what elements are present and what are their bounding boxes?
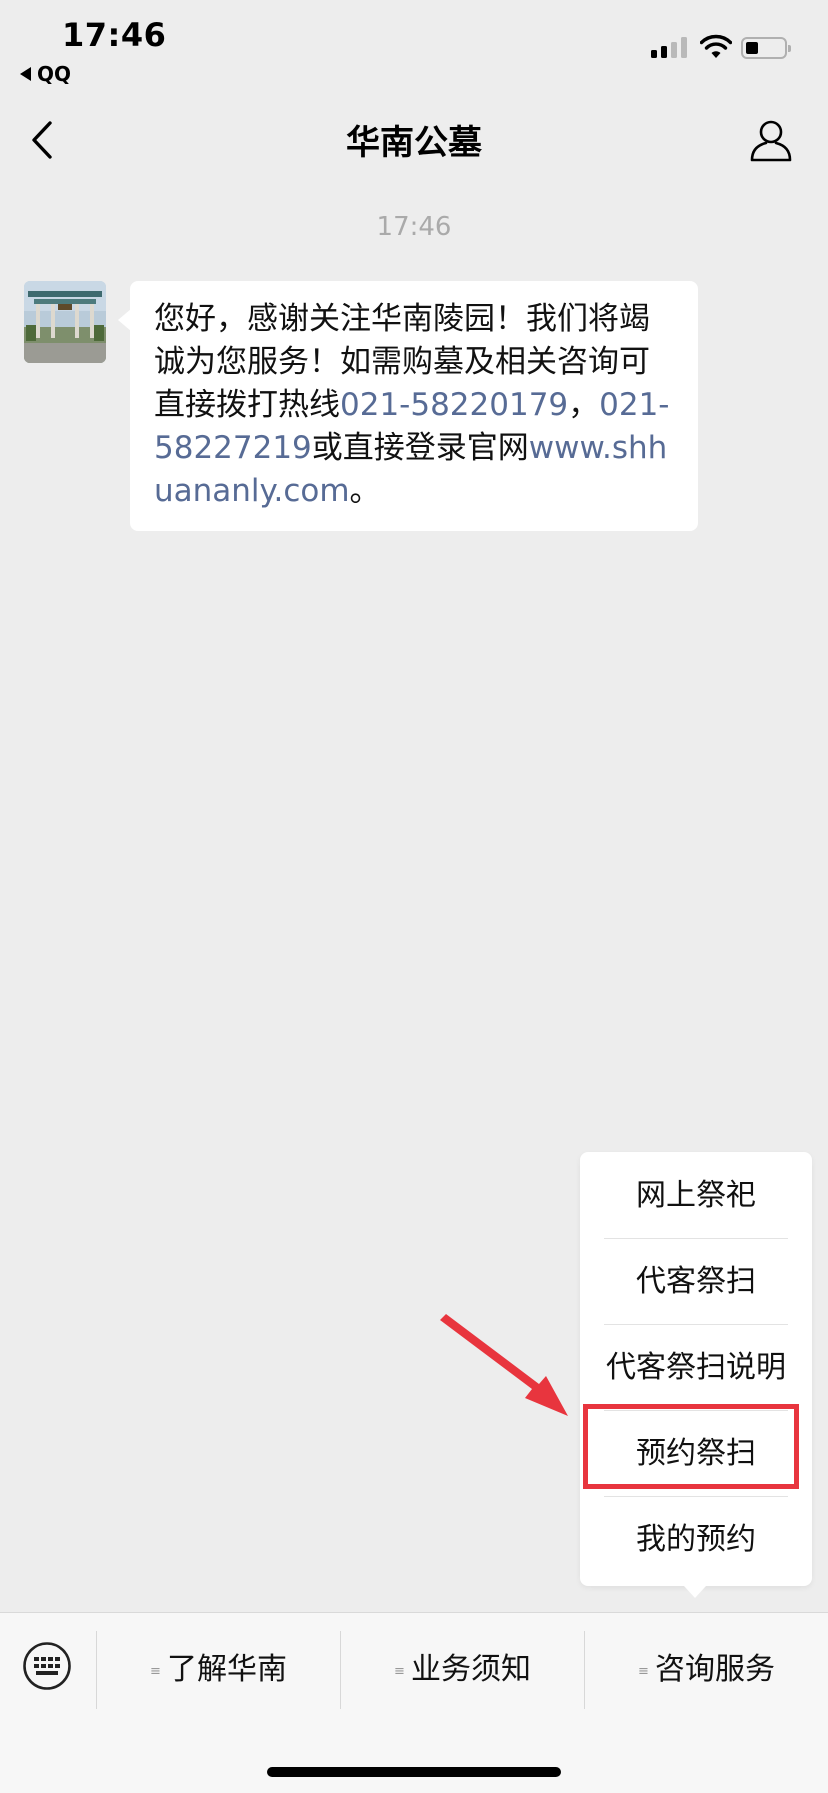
submenu-popup: 网上祭祀 代客祭扫 代客祭扫说明 预约祭扫 我的预约 xyxy=(580,1152,812,1598)
back-triangle-icon xyxy=(20,67,31,81)
bottom-menu-about-huanan[interactable]: ≡ 了解华南 xyxy=(97,1631,340,1709)
message-text-part: 或直接登录官网 xyxy=(311,430,529,466)
memorial-gate-icon xyxy=(24,281,106,363)
battery-icon xyxy=(741,37,791,59)
message-bubble: 您好，感谢关注华南陵园！我们将竭诚为您服务！如需购墓及相关咨询可直接拨打热线02… xyxy=(118,281,698,531)
menu-lines-icon: ≡ xyxy=(638,1664,649,1679)
bottom-menu-label: 业务须知 xyxy=(410,1652,531,1687)
signal-icon xyxy=(651,36,687,58)
wifi-icon xyxy=(700,34,732,58)
status-time: 17:46 xyxy=(62,16,167,54)
menu-lines-icon: ≡ xyxy=(394,1664,405,1679)
message-text: 您好，感谢关注华南陵园！我们将竭诚为您服务！如需购墓及相关咨询可直接拨打热线02… xyxy=(154,298,674,513)
bottom-menu-business-notice[interactable]: ≡ 业务须知 xyxy=(341,1631,584,1709)
menu-item-proxy-sweeping-info[interactable]: 代客祭扫说明 xyxy=(604,1325,788,1411)
bottom-menu-bar: ≡ 了解华南 ≡ 业务须知 ≡ 咨询服务 xyxy=(0,1612,828,1793)
menu-item-book-sweeping[interactable]: 预约祭扫 xyxy=(604,1411,788,1497)
bottom-menu-label: 了解华南 xyxy=(166,1652,287,1687)
message-text-part: ， xyxy=(568,387,600,423)
nav-bar: 华南公墓 xyxy=(0,95,828,185)
menu-lines-icon: ≡ xyxy=(150,1664,161,1679)
menu-item-my-bookings[interactable]: 我的预约 xyxy=(604,1497,788,1583)
menu-item-online-memorial[interactable]: 网上祭祀 xyxy=(604,1153,788,1239)
home-indicator[interactable] xyxy=(267,1767,561,1777)
status-bar: 17:46 QQ xyxy=(0,0,828,90)
annotation-arrow xyxy=(440,1314,568,1416)
keyboard-icon[interactable] xyxy=(22,1641,72,1691)
message-text-part: 。 xyxy=(349,473,381,509)
chat-timestamp: 17:46 xyxy=(376,212,452,242)
person-icon[interactable] xyxy=(748,117,794,163)
account-avatar[interactable] xyxy=(24,281,106,363)
phone-link-1[interactable]: 021-58220179 xyxy=(340,387,568,423)
back-app-label: QQ xyxy=(37,62,72,86)
bottom-menu-label: 咨询服务 xyxy=(654,1652,775,1687)
bottom-menu-consult-service[interactable]: ≡ 咨询服务 xyxy=(585,1631,828,1709)
menu-item-proxy-sweeping[interactable]: 代客祭扫 xyxy=(604,1239,788,1325)
page-title: 华南公墓 xyxy=(346,123,482,163)
back-to-app-link[interactable]: QQ xyxy=(20,62,71,86)
